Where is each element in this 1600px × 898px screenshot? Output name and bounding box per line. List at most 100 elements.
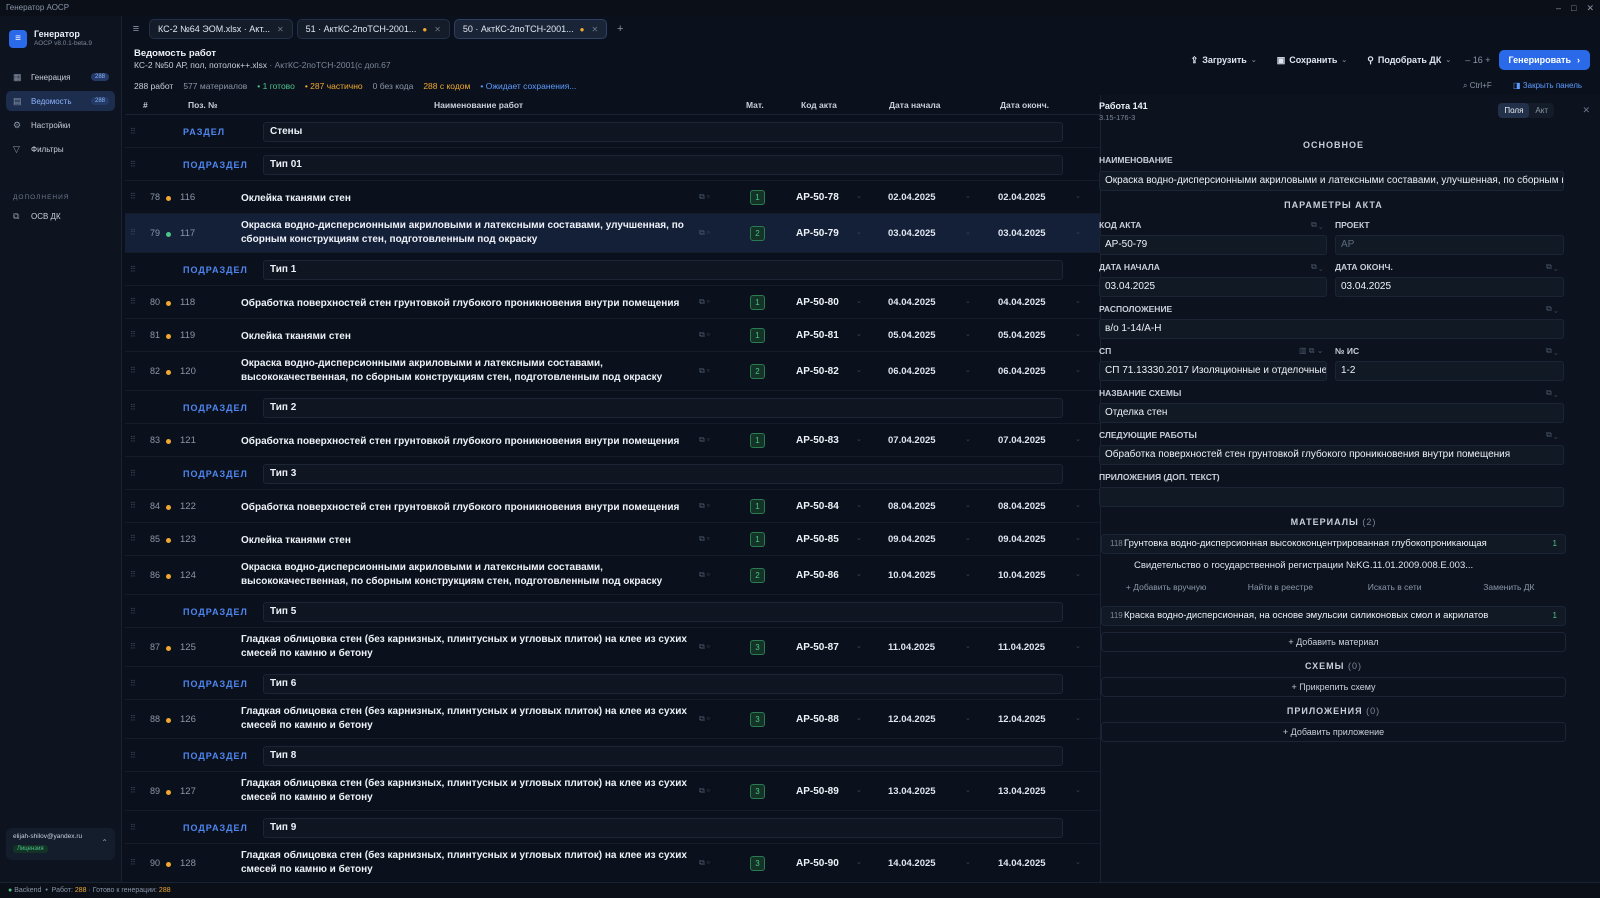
generate-button[interactable]: Генерировать › bbox=[1498, 50, 1590, 70]
tabs-menu-icon[interactable]: ≡ bbox=[127, 19, 145, 39]
section-row[interactable]: ⠿ ПОДРАЗДЕЛ Тип 3 bbox=[125, 457, 1100, 490]
start-date[interactable]: 03.04.2025 bbox=[888, 228, 936, 239]
end-date[interactable]: 04.04.2025 bbox=[998, 297, 1046, 308]
copy-icon[interactable]: ⧉ ▫ bbox=[699, 366, 710, 376]
end-date[interactable]: 08.04.2025 bbox=[998, 501, 1046, 512]
close-icon[interactable]: ✕ bbox=[1582, 105, 1590, 116]
sidebar-item-filters[interactable]: ▽ Фильтры bbox=[6, 139, 115, 159]
drag-handle-icon[interactable]: ⠿ bbox=[130, 679, 136, 688]
chevron-down-icon[interactable]: ⌄ bbox=[1075, 858, 1081, 866]
chevron-down-icon[interactable]: ⌄ bbox=[1075, 366, 1081, 374]
copy-icon[interactable]: ⧉ ⌄ bbox=[1311, 220, 1323, 230]
copy-icon[interactable]: ⧉ ▫ bbox=[699, 858, 710, 868]
zoom-out-icon[interactable]: – bbox=[1465, 55, 1473, 65]
chevron-down-icon[interactable]: ⌄ bbox=[856, 228, 862, 236]
copy-icon[interactable]: ⧉ ▫ bbox=[699, 786, 710, 796]
chevron-down-icon[interactable]: ⌄ bbox=[965, 858, 971, 866]
chevron-down-icon[interactable]: ⌄ bbox=[965, 570, 971, 578]
copy-icon[interactable]: ⧉ ▫ bbox=[699, 570, 710, 580]
section-row[interactable]: ⠿ ПОДРАЗДЕЛ Тип 01 bbox=[125, 148, 1100, 181]
col-index[interactable]: # bbox=[143, 100, 148, 110]
section-row[interactable]: ⠿ ПОДРАЗДЕЛ Тип 9 bbox=[125, 811, 1100, 844]
toggle-fields[interactable]: Поля bbox=[1498, 103, 1530, 118]
maximize-icon[interactable]: □ bbox=[1571, 0, 1576, 16]
drag-handle-icon[interactable]: ⠿ bbox=[130, 786, 136, 795]
zoom-control[interactable]: – 16 + bbox=[1465, 55, 1490, 65]
end-date[interactable]: 14.04.2025 bbox=[998, 858, 1046, 869]
chevron-down-icon[interactable]: ⌄ bbox=[856, 642, 862, 650]
start-date[interactable]: 13.04.2025 bbox=[888, 786, 936, 797]
section-row[interactable]: ⠿ ПОДРАЗДЕЛ Тип 8 bbox=[125, 739, 1100, 772]
start-date[interactable]: 09.04.2025 bbox=[888, 534, 936, 545]
materials-badge[interactable]: 1 bbox=[750, 531, 765, 547]
col-act-code[interactable]: Код акта bbox=[801, 100, 837, 110]
chevron-down-icon[interactable]: ⌄ bbox=[965, 330, 971, 338]
chevron-down-icon[interactable]: ⌄ bbox=[965, 501, 971, 509]
drag-handle-icon[interactable]: ⠿ bbox=[130, 714, 136, 723]
section-name[interactable]: Тип 5 bbox=[263, 602, 1063, 622]
work-name[interactable]: Гладкая облицовка стен (без карнизных, п… bbox=[241, 705, 691, 733]
work-name[interactable]: Оклейка тканями стен bbox=[241, 330, 691, 344]
act-code[interactable]: АР-50-82 bbox=[796, 366, 839, 377]
chevron-down-icon[interactable]: ⌄ bbox=[965, 786, 971, 794]
copy-icon[interactable]: ⧉ ▫ bbox=[699, 330, 710, 340]
table-row[interactable]: ⠿ 81 119 Оклейка тканями стен ⧉ ▫ 1 АР-50-81 ⌄ 0… bbox=[125, 319, 1100, 352]
sidebar-item-generation[interactable]: ▦ Генерация 288 bbox=[6, 67, 115, 87]
start-date[interactable]: 12.04.2025 bbox=[888, 714, 936, 725]
close-icon[interactable]: ✕ bbox=[277, 25, 284, 34]
end-date[interactable]: 13.04.2025 bbox=[998, 786, 1046, 797]
material-item[interactable]: 119 Краска водно-дисперсионная, на основе… bbox=[1101, 606, 1566, 626]
end-date[interactable]: 12.04.2025 bbox=[998, 714, 1046, 725]
work-name[interactable]: Оклейка тканями стен bbox=[241, 534, 691, 548]
section-row[interactable]: ⠿ РАЗДЕЛ Стены bbox=[125, 115, 1100, 148]
act-code[interactable]: АР-50-83 bbox=[796, 435, 839, 446]
end-date[interactable]: 11.04.2025 bbox=[998, 642, 1045, 653]
section-name[interactable]: Тип 9 bbox=[263, 818, 1063, 838]
copy-icon[interactable]: ⧉ ⌄ bbox=[1546, 388, 1558, 398]
copy-icon[interactable]: ⧉ ▫ bbox=[699, 534, 710, 544]
chevron-down-icon[interactable]: ⌄ bbox=[1075, 192, 1081, 200]
chevron-down-icon[interactable]: ⌄ bbox=[1075, 297, 1081, 305]
chevron-down-icon[interactable]: ⌄ bbox=[1075, 435, 1081, 443]
save-button[interactable]: ▣ Сохранить ⌄ bbox=[1271, 51, 1354, 69]
materials-badge[interactable]: 2 bbox=[750, 363, 765, 379]
table-row[interactable]: ⠿ 87 125 Гладкая облицовка стен (без карниз… bbox=[125, 628, 1100, 667]
zoom-in-icon[interactable]: + bbox=[1483, 55, 1490, 65]
chevron-down-icon[interactable]: ⌄ bbox=[856, 570, 862, 578]
act-code[interactable]: АР-50-78 bbox=[796, 192, 839, 203]
drag-handle-icon[interactable]: ⠿ bbox=[130, 160, 136, 169]
chevron-down-icon[interactable]: ⌄ bbox=[965, 435, 971, 443]
work-name[interactable]: Гладкая облицовка стен (без карнизных, п… bbox=[241, 849, 691, 877]
drag-handle-icon[interactable]: ⠿ bbox=[130, 469, 136, 478]
section-name[interactable]: Стены bbox=[263, 122, 1063, 142]
start-date-field[interactable]: 03.04.2025 bbox=[1099, 277, 1327, 297]
end-date[interactable]: 06.04.2025 bbox=[998, 366, 1046, 377]
start-date[interactable]: 05.04.2025 bbox=[888, 330, 936, 341]
table-row[interactable]: ⠿ 86 124 Окраска водно-дисперсионными акрил… bbox=[125, 556, 1100, 595]
drag-handle-icon[interactable]: ⠿ bbox=[130, 127, 136, 136]
materials-badge[interactable]: 1 bbox=[750, 294, 765, 310]
pick-dk-button[interactable]: ⚲ Подобрать ДК ⌄ bbox=[1361, 51, 1457, 69]
col-name[interactable]: Наименование работ bbox=[434, 100, 523, 110]
act-code[interactable]: АР-50-79 bbox=[796, 228, 839, 239]
act-code-field[interactable]: АР-50-79 bbox=[1099, 235, 1327, 255]
chevron-down-icon[interactable]: ⌄ bbox=[1075, 228, 1081, 236]
table-row[interactable]: ⠿ 83 121 Обработка поверхностей стен грунто… bbox=[125, 424, 1100, 457]
add-manually-button[interactable]: + Добавить вручную bbox=[1109, 582, 1223, 592]
drag-handle-icon[interactable]: ⠿ bbox=[130, 330, 136, 339]
is-field[interactable]: 1-2 bbox=[1335, 361, 1564, 381]
sidebar-item-settings[interactable]: ⚙ Настройки bbox=[6, 115, 115, 135]
drag-handle-icon[interactable]: ⠿ bbox=[130, 297, 136, 306]
start-date[interactable]: 14.04.2025 bbox=[888, 858, 936, 869]
copy-icon[interactable]: ⧉ ⌄ bbox=[1546, 262, 1558, 272]
end-date-field[interactable]: 03.04.2025 bbox=[1335, 277, 1564, 297]
search-web-button[interactable]: Искать в сети bbox=[1338, 582, 1452, 592]
drag-handle-icon[interactable]: ⠿ bbox=[130, 366, 136, 375]
section-name[interactable]: Тип 01 bbox=[263, 155, 1063, 175]
drag-handle-icon[interactable]: ⠿ bbox=[130, 403, 136, 412]
copy-icon[interactable]: ⧉ ▫ bbox=[699, 501, 710, 511]
search-shortcut[interactable]: ⌕ Ctrl+F bbox=[1463, 81, 1492, 91]
materials-badge[interactable]: 2 bbox=[750, 567, 765, 583]
tab-file[interactable]: 51 · АктКС-2поТСН-2001... ● ✕ bbox=[296, 19, 450, 39]
close-panel-button[interactable]: ◨ Закрыть панель bbox=[1513, 81, 1582, 90]
